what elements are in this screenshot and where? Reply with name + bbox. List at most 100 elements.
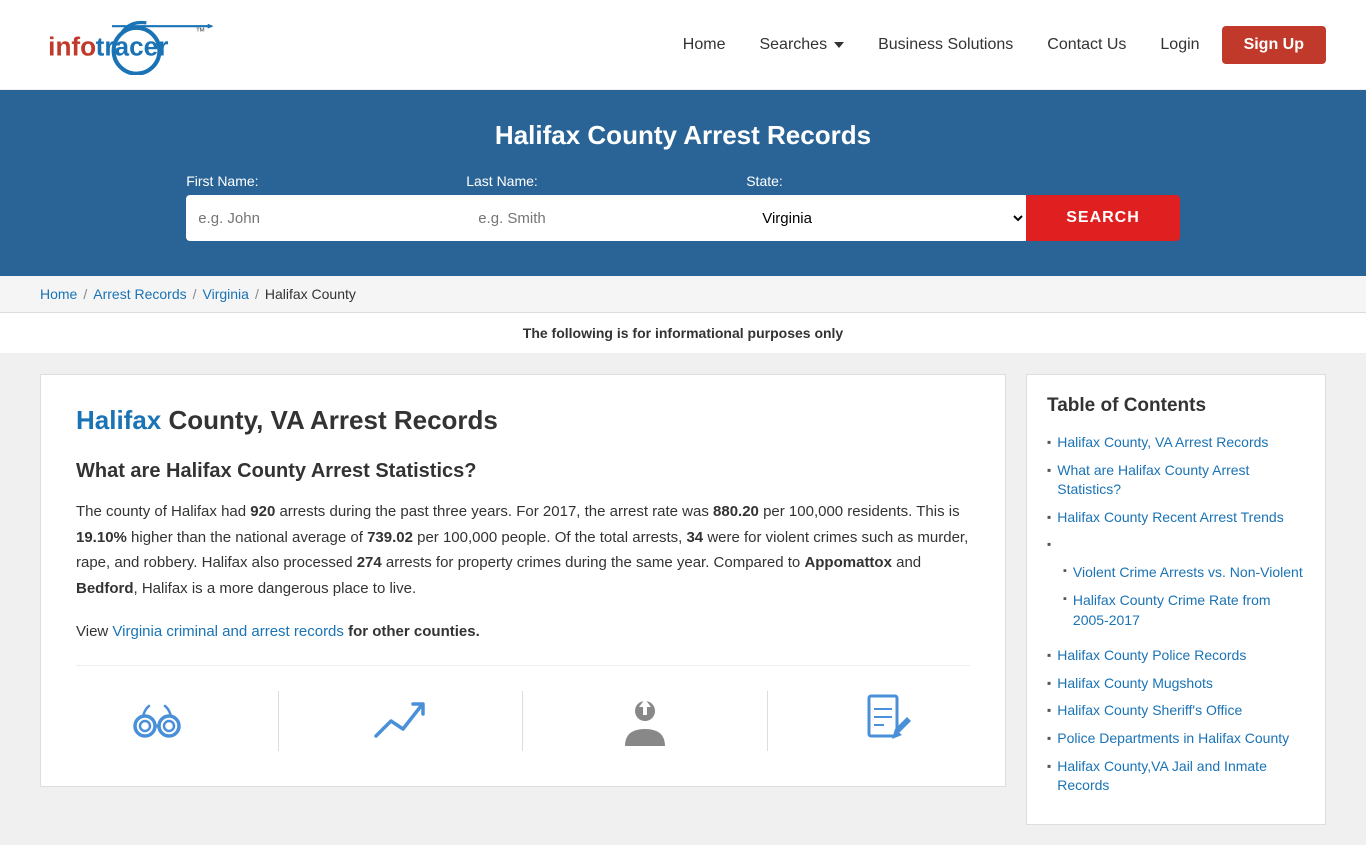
p1-1910: 19.10%	[76, 529, 127, 546]
list-item: Halifax County Mugshots	[1047, 674, 1305, 694]
divider-3	[767, 691, 768, 751]
toc-link-5[interactable]: Halifax County Crime Rate from 2005-2017	[1073, 591, 1305, 630]
nav-login[interactable]: Login	[1148, 28, 1211, 62]
list-item: Violent Crime Arrests vs. Non-Violent	[1063, 563, 1305, 583]
site-header: info tracer ™ Home Searches Business Sol…	[0, 0, 1366, 90]
p1-dangerous: , Halifax is a more dangerous place to l…	[134, 580, 417, 597]
hero-section: Halifax County Arrest Records First Name…	[0, 90, 1366, 276]
toc-link-4[interactable]: Violent Crime Arrests vs. Non-Violent	[1073, 563, 1303, 583]
section1-paragraph: The county of Halifax had 920 arrests du…	[76, 499, 970, 601]
toc-link-3[interactable]: Halifax County Recent Arrest Trends	[1057, 508, 1283, 528]
list-item: What are Halifax County Arrest Statistic…	[1047, 461, 1305, 500]
toc-link-10[interactable]: Halifax County,VA Jail and Inmate Record…	[1057, 757, 1305, 796]
list-item: Halifax County Police Records	[1047, 646, 1305, 666]
article-title: Halifax County, VA Arrest Records	[76, 405, 970, 436]
divider-2	[522, 691, 523, 751]
upload-icon-container	[605, 686, 685, 756]
view-link-end: for other counties.	[344, 623, 480, 640]
toc-heading: Table of Contents	[1047, 395, 1305, 417]
toc-list: Halifax County, VA Arrest Records What a…	[1047, 433, 1305, 796]
breadcrumb-home[interactable]: Home	[40, 286, 77, 302]
nav-business[interactable]: Business Solutions	[866, 28, 1025, 62]
list-item: Violent Crime Arrests vs. Non-Violent Ha…	[1047, 535, 1305, 638]
trending-icon	[371, 691, 431, 751]
svg-text:tracer: tracer	[96, 31, 169, 61]
p1-88020: 880.20	[713, 503, 759, 520]
toc-link-6[interactable]: Halifax County Police Records	[1057, 646, 1246, 666]
signup-button[interactable]: Sign Up	[1222, 26, 1326, 64]
p1-34: 34	[686, 529, 703, 546]
article: Halifax County, VA Arrest Records What a…	[40, 374, 1006, 787]
article-title-blue: Halifax	[76, 405, 161, 435]
toc-link-8[interactable]: Halifax County Sheriff's Office	[1057, 701, 1242, 721]
p1-274: 274	[357, 554, 382, 571]
p1-appomattox: Appomattox	[804, 554, 892, 571]
toc-sublist: Violent Crime Arrests vs. Non-Violent Ha…	[1047, 563, 1305, 638]
divider-1	[278, 691, 279, 751]
view-link-paragraph: View Virginia criminal and arrest record…	[76, 619, 970, 645]
view-link-anchor[interactable]: Virginia criminal and arrest records	[112, 623, 343, 640]
breadcrumb-sep-2: /	[193, 286, 197, 302]
table-of-contents: Table of Contents Halifax County, VA Arr…	[1026, 374, 1326, 825]
trending-icon-container	[361, 686, 441, 756]
p1-text-1: The county of Halifax had	[76, 503, 250, 520]
info-notice-text: The following is for informational purpo…	[523, 325, 843, 341]
state-select[interactable]: Virginia Alabama Alaska Arizona Californ…	[746, 195, 1026, 241]
searches-chevron-icon	[834, 42, 844, 48]
svg-text:info: info	[48, 31, 96, 61]
breadcrumb-sep-1: /	[83, 286, 87, 302]
view-link-text: View	[76, 623, 112, 640]
list-item: Police Departments in Halifax County	[1047, 729, 1305, 749]
section1-heading: What are Halifax County Arrest Statistic…	[76, 460, 970, 483]
p1-text-2: arrests during the past three years. For…	[275, 503, 713, 520]
article-title-rest: County, VA Arrest Records	[161, 405, 498, 435]
list-item: Halifax County Crime Rate from 2005-2017	[1063, 591, 1305, 630]
breadcrumb-arrest[interactable]: Arrest Records	[93, 286, 186, 302]
logo[interactable]: info tracer ™	[40, 15, 220, 75]
info-notice: The following is for informational purpo…	[0, 313, 1366, 354]
list-item: Halifax County, VA Arrest Records	[1047, 433, 1305, 453]
pencil-icon-container	[849, 686, 929, 756]
p1-920: 920	[250, 503, 275, 520]
breadcrumb: Home / Arrest Records / Virginia / Halif…	[40, 286, 1326, 302]
logo-image: info tracer ™	[40, 15, 220, 75]
handcuffs-icon-container	[117, 686, 197, 756]
main-nav: Home Searches Business Solutions Contact…	[671, 26, 1326, 64]
breadcrumb-virginia[interactable]: Virginia	[203, 286, 249, 302]
p1-and: and	[892, 554, 921, 571]
nav-contact[interactable]: Contact Us	[1035, 28, 1138, 62]
first-name-group: First Name:	[186, 173, 466, 241]
list-item: Halifax County Sheriff's Office	[1047, 701, 1305, 721]
first-name-label: First Name:	[186, 173, 258, 189]
first-name-input[interactable]	[186, 195, 466, 241]
state-label: State:	[746, 173, 783, 189]
breadcrumb-sep-3: /	[255, 286, 259, 302]
search-button[interactable]: SEARCH	[1026, 195, 1180, 241]
searches-label: Searches	[759, 36, 827, 54]
p1-text-7: arrests for property crimes during the s…	[382, 554, 805, 571]
breadcrumb-halifax: Halifax County	[265, 286, 356, 302]
p1-text-5: per 100,000 people. Of the total arrests…	[413, 529, 687, 546]
search-form: First Name: Last Name: State: Virginia A…	[133, 173, 1233, 241]
svg-text:™: ™	[195, 26, 205, 37]
toc-link-1[interactable]: Halifax County, VA Arrest Records	[1057, 433, 1268, 453]
toc-link-7[interactable]: Halifax County Mugshots	[1057, 674, 1213, 694]
breadcrumb-bar: Home / Arrest Records / Virginia / Halif…	[0, 276, 1366, 313]
pencil-icon	[859, 691, 919, 751]
state-group: State: Virginia Alabama Alaska Arizona C…	[746, 173, 1026, 241]
p1-73902: 739.02	[367, 529, 413, 546]
list-item: Halifax County,VA Jail and Inmate Record…	[1047, 757, 1305, 796]
toc-link-2[interactable]: What are Halifax County Arrest Statistic…	[1057, 461, 1305, 500]
nav-searches[interactable]: Searches	[747, 28, 856, 62]
last-name-input[interactable]	[466, 195, 746, 241]
p1-text-3: per 100,000 residents. This is	[759, 503, 960, 520]
p1-bedford: Bedford	[76, 580, 134, 597]
last-name-group: Last Name:	[466, 173, 746, 241]
p1-text-4: higher than the national average of	[127, 529, 367, 546]
icons-row	[76, 665, 970, 756]
last-name-label: Last Name:	[466, 173, 538, 189]
list-item: Halifax County Recent Arrest Trends	[1047, 508, 1305, 528]
nav-home[interactable]: Home	[671, 28, 738, 62]
toc-link-9[interactable]: Police Departments in Halifax County	[1057, 729, 1289, 749]
hero-title: Halifax County Arrest Records	[40, 120, 1326, 151]
